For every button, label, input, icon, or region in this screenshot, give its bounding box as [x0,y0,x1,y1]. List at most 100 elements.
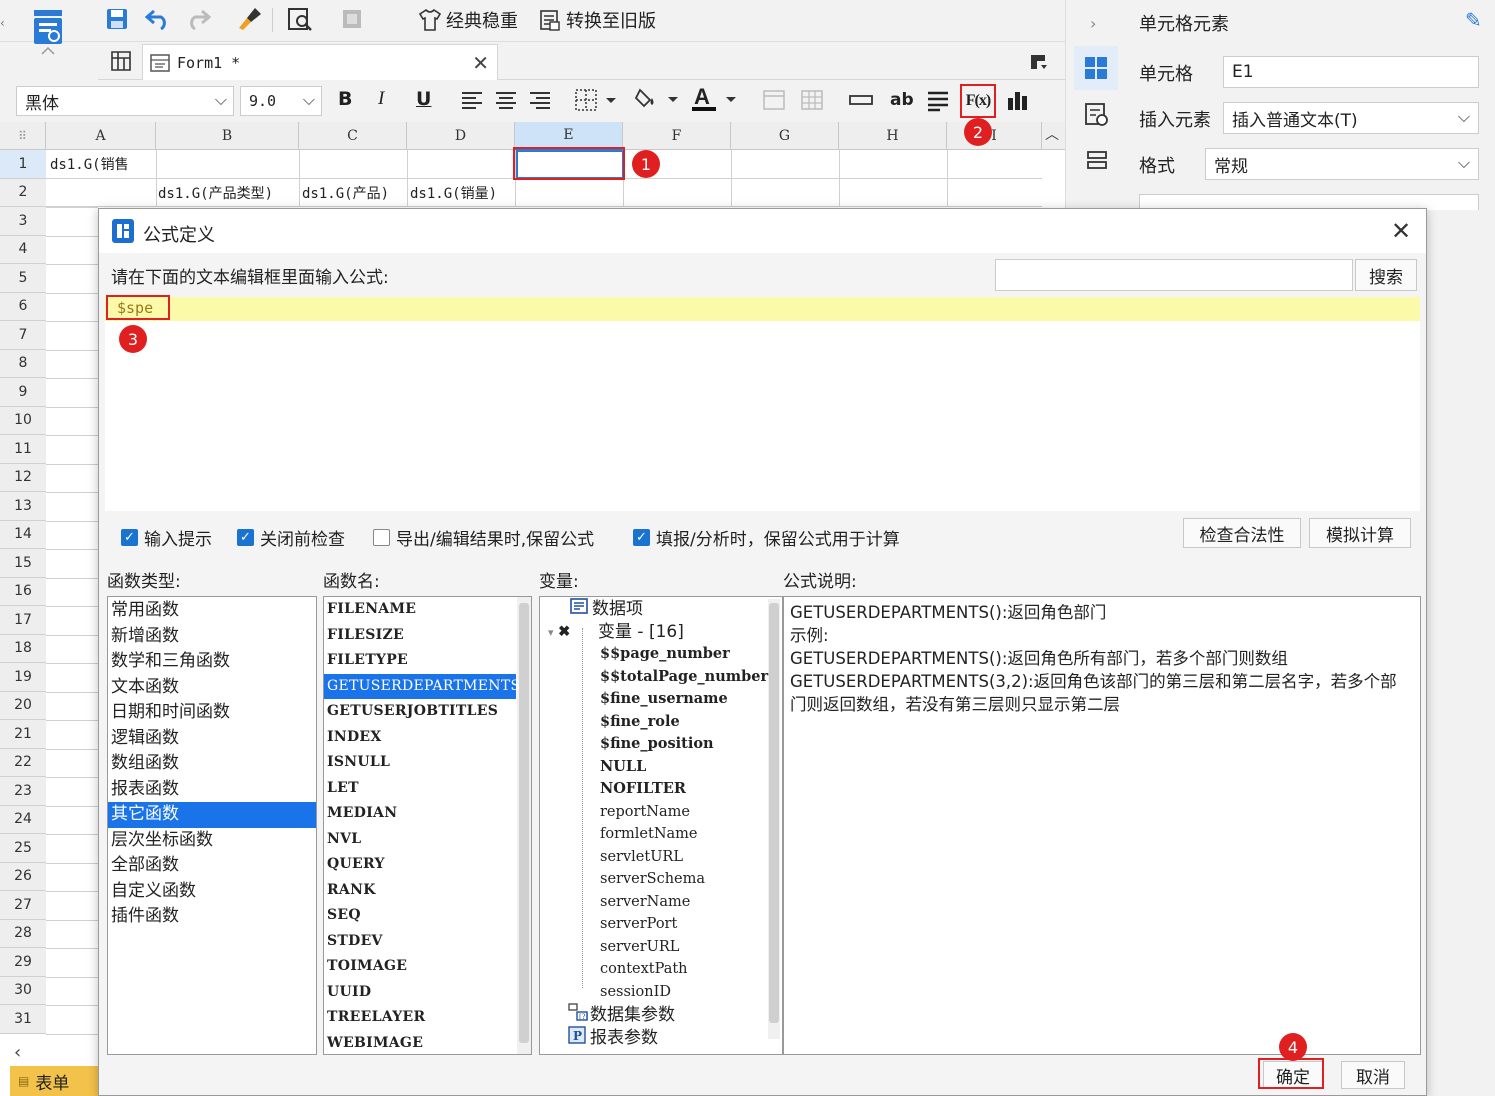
font-size-select[interactable]: 9.0 ⌵ [240,86,322,116]
row-header[interactable]: 10 [0,406,46,435]
row-header[interactable]: 24 [0,805,46,834]
preview-icon[interactable] [286,6,314,32]
function-name-item[interactable]: ISNULL [324,750,516,776]
column-header[interactable]: D [407,122,515,150]
function-type-item[interactable]: 日期和时间函数 [108,700,316,726]
function-name-item[interactable]: SEQ [324,903,516,929]
search-button[interactable]: 搜索 [1355,259,1417,291]
row-header[interactable]: 3 [0,207,46,236]
column-header[interactable]: B [156,122,299,150]
function-type-item[interactable]: 报表函数 [108,777,316,803]
function-name-item[interactable]: GETUSERDEPARTMENTS [324,673,520,699]
save-icon[interactable] [104,6,130,32]
column-header-selected[interactable]: E [515,122,623,150]
row-header[interactable]: 30 [0,976,46,1005]
function-name-item[interactable]: WEBIMAGE [324,1031,516,1055]
classic-theme-button[interactable]: 经典稳重 [418,6,518,34]
row-header[interactable]: 25 [0,834,46,863]
check-validity-button[interactable]: 检查合法性 [1183,518,1301,548]
cancel-button[interactable]: 取消 [1341,1061,1405,1089]
row-header[interactable]: 8 [0,349,46,378]
widget-tab-icon[interactable] [1084,148,1110,172]
align-right-icon[interactable] [528,90,552,110]
function-type-item[interactable]: 全部函数 [108,853,316,879]
row-header[interactable]: 4 [0,235,46,264]
column-header[interactable]: I [947,122,1042,150]
close-tab-icon[interactable]: ✕ [472,51,489,75]
function-name-item[interactable]: RANK [324,878,516,904]
convert-old-version-button[interactable]: 转换至旧版 [538,6,656,34]
function-type-item[interactable]: 数组函数 [108,751,316,777]
variable-item[interactable]: NULL [540,756,766,779]
variable-item[interactable]: serverName [540,891,766,914]
row-header[interactable]: 5 [0,264,46,293]
option-input-hint[interactable]: ✓ 输入提示 [121,525,212,550]
row-header[interactable]: 9 [0,378,46,407]
tab-menu-icon[interactable] [1028,52,1050,72]
variable-node-dataset-params[interactable]: [?] 数据集参数 [540,1003,766,1026]
italic-button[interactable]: I [378,88,384,110]
column-header[interactable]: C [299,122,407,150]
variable-item[interactable]: contextPath [540,958,766,981]
function-name-item[interactable]: LET [324,776,516,802]
variable-item[interactable]: serverPort [540,913,766,936]
function-name-item[interactable]: FILETYPE [324,648,516,674]
cell-b2[interactable]: ds1.G(产品类型) [158,183,273,203]
paragraph-icon[interactable] [926,90,950,112]
font-color-icon[interactable]: A [692,84,740,114]
row-header[interactable]: 1 [0,150,46,179]
function-name-item[interactable]: TREELAYER [324,1005,516,1031]
function-type-item[interactable]: 数学和三角函数 [108,649,316,675]
function-name-item[interactable]: INDEX [324,725,516,751]
scroll-up-icon[interactable]: ︿ [1042,124,1062,148]
variable-item[interactable]: serverSchema [540,868,766,891]
variable-item[interactable]: formletName [540,823,766,846]
row-header[interactable]: 20 [0,691,46,720]
select-all-corner-icon[interactable]: ⠿ [0,122,46,150]
function-name-item[interactable]: STDEV [324,929,516,955]
column-header[interactable]: G [731,122,839,150]
row-header[interactable]: 29 [0,948,46,977]
column-header[interactable]: A [46,122,156,150]
row-header[interactable]: 12 [0,463,46,492]
function-type-item[interactable]: 层次坐标函数 [108,828,316,854]
text-ab-button[interactable]: ab [890,90,914,110]
function-name-item[interactable]: FILENAME [324,597,516,623]
cell-element-tab-icon[interactable] [1074,46,1118,90]
variable-item[interactable]: $$page_number [540,643,766,666]
function-name-item[interactable]: NVL [324,827,516,853]
column-header[interactable]: F [623,122,731,150]
cell-attribute-tab-icon[interactable] [1084,102,1110,128]
column-header[interactable]: H [839,122,947,150]
collapse-panel-icon[interactable]: › [1090,14,1096,33]
variable-node-data-items[interactable]: 数据项 [540,598,766,621]
option-keep-formula-export[interactable]: 导出/编辑结果时,保留公式 [373,525,594,550]
cell-d2[interactable]: ds1.G(销量) [410,183,497,203]
variable-node-report-params[interactable]: P 报表参数 [540,1025,766,1049]
left-collapse-arrow-icon[interactable]: ‹ [0,16,8,30]
row-header[interactable]: 6 [0,292,46,321]
fill-color-icon[interactable] [634,86,680,112]
variable-item[interactable]: sessionID [540,981,766,1004]
function-type-item[interactable]: 逻辑函数 [108,726,316,752]
formula-editor[interactable]: $spe [105,297,1420,511]
row-header[interactable]: 15 [0,549,46,578]
undo-icon[interactable] [144,6,172,32]
text-field-icon[interactable] [848,90,874,110]
row-header[interactable]: 17 [0,606,46,635]
row-header[interactable]: 13 [0,492,46,521]
row-header[interactable]: 19 [0,663,46,692]
edit-pen-icon[interactable]: ✎ [1465,8,1482,32]
row-header[interactable]: 7 [0,321,46,350]
variable-item[interactable]: $fine_position [540,733,766,756]
dialog-close-icon[interactable]: ✕ [1391,217,1411,245]
bar-chart-icon[interactable] [1006,88,1030,112]
function-type-item[interactable]: 其它函数 [108,802,316,828]
row-header[interactable]: 22 [0,748,46,777]
border-icon[interactable] [574,88,618,112]
variable-item[interactable]: servletURL [540,846,766,869]
cell-c2[interactable]: ds1.G(产品) [302,183,389,203]
row-header[interactable]: 21 [0,720,46,749]
variable-item[interactable]: serverURL [540,936,766,959]
align-left-icon[interactable] [460,90,484,110]
